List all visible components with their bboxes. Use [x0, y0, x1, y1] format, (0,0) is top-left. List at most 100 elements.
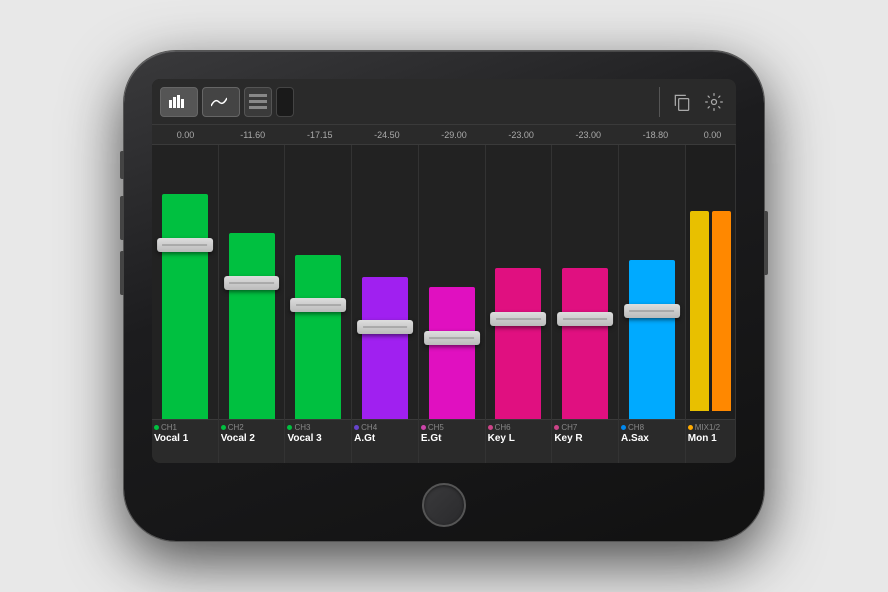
ch-number-CH6: CH6: [488, 423, 550, 432]
channel-labels-CH8: CH8A.Sax: [619, 419, 685, 463]
ch-id-CH3: CH3: [294, 423, 310, 432]
fader-handle-CH6[interactable]: [491, 312, 547, 326]
mute-button[interactable]: [120, 151, 124, 179]
layers-line2: [249, 100, 267, 103]
channel-labels-CH6: CH6Key L: [486, 419, 552, 463]
channel-labels-CH2: CH2Vocal 2: [219, 419, 285, 463]
ch-id-MIX1/2: MIX1/2: [695, 423, 720, 432]
mixer-area: CH1Vocal 1CH2Vocal 2CH3Vocal 3CH4A.GtCH5…: [152, 145, 736, 463]
ch-name-CH6: Key L: [488, 433, 550, 444]
layers-line3: [249, 106, 267, 109]
fader-fill-CH4: [362, 277, 408, 419]
mix-bar2: [712, 211, 731, 411]
ch-id-CH6: CH6: [495, 423, 511, 432]
settings-button[interactable]: [700, 88, 728, 116]
phone-screen: 0.00-11.60-17.15-24.50-29.00-23.00-23.00…: [152, 79, 736, 463]
value-cell-CH1: 0.00: [152, 130, 219, 140]
value-cell-CH6: -23.00: [488, 130, 555, 140]
settings-icon: [704, 92, 724, 112]
layers-button[interactable]: [244, 87, 272, 117]
ch-number-CH1: CH1: [154, 423, 216, 432]
phone-wrapper: 0.00-11.60-17.15-24.50-29.00-23.00-23.00…: [104, 26, 784, 566]
fader-handle-CH1[interactable]: [157, 238, 213, 252]
fader-fill-CH2: [229, 233, 275, 419]
fader-fill-CH5: [429, 287, 475, 419]
ch-id-CH4: CH4: [361, 423, 377, 432]
ch-name-CH7: Key R: [554, 433, 616, 444]
power-button[interactable]: [764, 211, 768, 275]
ch-name-CH5: E.Gt: [421, 433, 483, 444]
value-cell-CH7: -23.00: [555, 130, 622, 140]
channel-labels-CH5: CH5E.Gt: [419, 419, 485, 463]
volume-up-button[interactable]: [120, 196, 124, 240]
channel-CH1[interactable]: CH1Vocal 1: [152, 145, 219, 463]
ch-name-CH4: A.Gt: [354, 433, 416, 444]
ch-name-CH3: Vocal 3: [287, 433, 349, 444]
ch-number-CH8: CH8: [621, 423, 683, 432]
fader-icon: [169, 96, 185, 108]
fader-handle-CH7[interactable]: [557, 312, 613, 326]
fader-handle-CH8[interactable]: [624, 304, 680, 318]
channel-CH5[interactable]: CH5E.Gt: [419, 145, 486, 463]
fader-handle-CH5[interactable]: [424, 331, 480, 345]
value-cell-CH2: -11.60: [219, 130, 286, 140]
fader-fill-CH3: [295, 255, 341, 419]
channel-labels-MIX1/2: MIX1/2Mon 1: [686, 419, 735, 463]
channel-labels-CH7: CH7Key R: [552, 419, 618, 463]
ch-id-CH2: CH2: [228, 423, 244, 432]
fader-area-CH8: [619, 145, 685, 419]
scene-info: [302, 94, 306, 109]
ch-id-CH1: CH1: [161, 423, 177, 432]
ch-name-CH2: Vocal 2: [221, 433, 283, 444]
fader-fill-CH1: [162, 194, 208, 419]
ch-name-MIX1/2: Mon 1: [688, 433, 733, 444]
fader-handle-CH3[interactable]: [290, 298, 346, 312]
layers-line1: [249, 94, 267, 97]
fader-area-CH4: [352, 145, 418, 419]
scene-name: [302, 94, 306, 109]
ch-number-MIX1/2: MIX1/2: [688, 423, 733, 432]
phone-body: 0.00-11.60-17.15-24.50-29.00-23.00-23.00…: [124, 51, 764, 541]
channel-CH3[interactable]: CH3Vocal 3: [285, 145, 352, 463]
fader-area-CH7: [552, 145, 618, 419]
value-cell-CH8: -18.80: [622, 130, 689, 140]
ch-id-CH7: CH7: [561, 423, 577, 432]
ch-name-CH1: Vocal 1: [154, 433, 216, 444]
channel-MIX1/2[interactable]: MIX1/2Mon 1: [686, 145, 736, 463]
value-cell-CH3: -17.15: [286, 130, 353, 140]
pan-button[interactable]: [202, 87, 240, 117]
fader-area-CH5: [419, 145, 485, 419]
fader-area-CH6: [486, 145, 552, 419]
fader-area-CH2: [219, 145, 285, 419]
online-badge: [276, 87, 294, 117]
channel-CH8[interactable]: CH8A.Sax: [619, 145, 686, 463]
mix-bar1: [690, 211, 709, 411]
home-button[interactable]: [422, 483, 466, 527]
ch-number-CH7: CH7: [554, 423, 616, 432]
fader-button[interactable]: [160, 87, 198, 117]
channel-labels-CH3: CH3Vocal 3: [285, 419, 351, 463]
channel-CH4[interactable]: CH4A.Gt: [352, 145, 419, 463]
fader-fill-CH6: [495, 268, 541, 419]
channel-labels-CH1: CH1Vocal 1: [152, 419, 218, 463]
ch-id-CH5: CH5: [428, 423, 444, 432]
fader-fill-CH7: [562, 268, 608, 419]
value-cell-MIX1/2: 0.00: [689, 130, 736, 140]
fader-handle-CH2[interactable]: [224, 276, 280, 290]
copy-button[interactable]: [668, 88, 696, 116]
ch-number-CH4: CH4: [354, 423, 416, 432]
ch-id-CH8: CH8: [628, 423, 644, 432]
ch-number-CH5: CH5: [421, 423, 483, 432]
channel-CH7[interactable]: CH7Key R: [552, 145, 619, 463]
volume-down-button[interactable]: [120, 251, 124, 295]
copy-icon: [672, 92, 692, 112]
top-divider: [659, 87, 660, 117]
channel-CH2[interactable]: CH2Vocal 2: [219, 145, 286, 463]
value-cell-CH5: -29.00: [421, 130, 488, 140]
fader-handle-CH4[interactable]: [357, 320, 413, 334]
fader-area-CH1: [152, 145, 218, 419]
channel-CH6[interactable]: CH6Key L: [486, 145, 553, 463]
values-bar: 0.00-11.60-17.15-24.50-29.00-23.00-23.00…: [152, 125, 736, 145]
value-cell-CH4: -24.50: [353, 130, 420, 140]
ch-number-CH3: CH3: [287, 423, 349, 432]
